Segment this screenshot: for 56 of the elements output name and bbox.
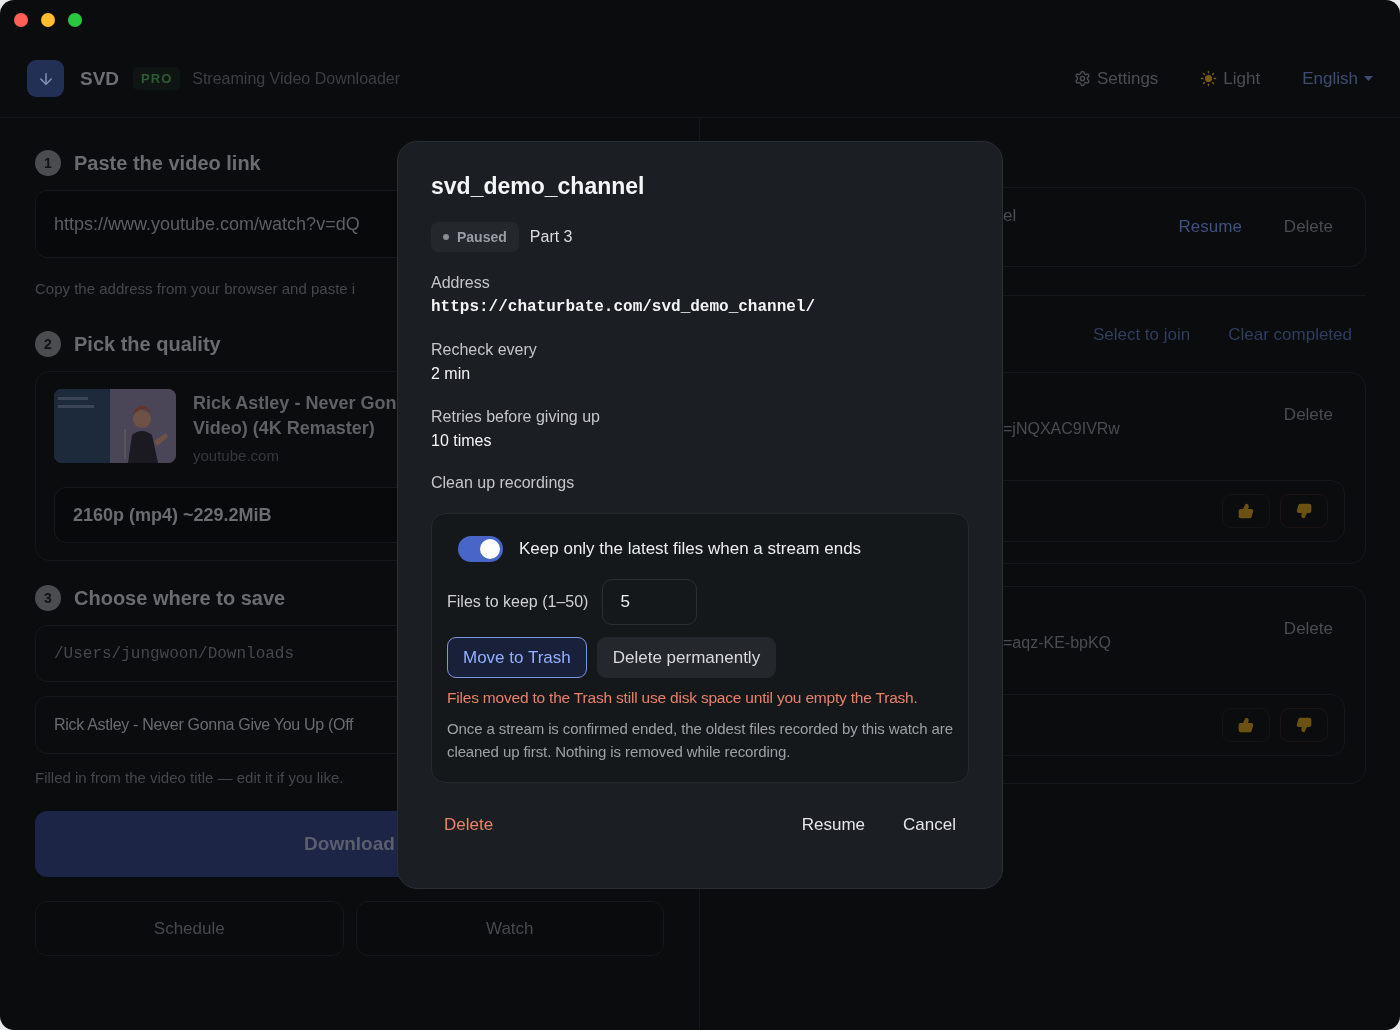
cleanup-mode-button[interactable]: Delete permanently — [596, 637, 777, 678]
keep-count-label: Files to keep (1–50) — [447, 593, 589, 611]
step-number: 3 — [35, 585, 61, 611]
secondary-button[interactable]: Schedule — [35, 901, 344, 956]
thumbs-up-icon — [1238, 503, 1254, 519]
cleanup-mode-button[interactable]: Move to Trash — [447, 637, 587, 678]
window-control[interactable] — [14, 13, 28, 27]
secondary-button[interactable]: Watch — [355, 901, 664, 956]
thumbs-down-button[interactable] — [1280, 494, 1328, 528]
queue-action[interactable]: Select to join — [1092, 325, 1191, 345]
step-number: 1 — [35, 150, 61, 176]
settings-button[interactable]: Settings — [1073, 68, 1159, 89]
step-title: Pick the quality — [74, 332, 221, 356]
thumbs-down-button[interactable] — [1280, 708, 1328, 742]
toggle-switch[interactable] — [458, 536, 503, 562]
step-title: Choose where to save — [74, 586, 286, 610]
sun-icon — [1200, 70, 1218, 87]
watch-title: el — [1003, 206, 1017, 226]
watch-action[interactable]: Resume — [1178, 217, 1242, 237]
delete-button[interactable]: Delete — [444, 815, 494, 835]
logo-icon — [27, 60, 64, 97]
status-chip: Paused — [431, 222, 519, 252]
dialog-button[interactable]: Cancel — [903, 815, 956, 835]
field-label: Address — [431, 274, 491, 292]
thumbs-up-button[interactable] — [1222, 494, 1270, 528]
app-name: SVD — [80, 67, 120, 90]
field-label: Retries before giving up — [431, 408, 601, 426]
watch-action[interactable]: Delete — [1283, 217, 1333, 237]
field-value: 10 times — [431, 432, 493, 450]
thumbs-up-icon — [1238, 717, 1254, 733]
language-button[interactable]: English — [1302, 68, 1373, 89]
delete-button[interactable]: Delete — [1283, 619, 1333, 639]
window-control[interactable] — [41, 13, 55, 27]
theme-button[interactable]: Light — [1200, 68, 1261, 89]
part-label: Part 3 — [529, 228, 573, 246]
window-control[interactable] — [68, 13, 82, 27]
hint-text: Filled in from the video title — edit it if you like. — [35, 769, 344, 786]
thumbs-up-button[interactable] — [1222, 708, 1270, 742]
plan-badge: PRO — [133, 67, 181, 90]
status-dot-icon — [443, 234, 449, 240]
field-label: Recheck every — [431, 341, 538, 359]
thumbs-down-icon — [1296, 503, 1312, 519]
video-title: Video) (4K Remaster) — [193, 417, 376, 440]
caret-icon — [1364, 75, 1373, 82]
field-value: 2 min — [431, 365, 472, 383]
video-title: Rick Astley - Never Gon — [193, 392, 397, 415]
field-value: https://chaturbate.com/svd_demo_channel/ — [431, 298, 817, 316]
thumbs-down-icon — [1296, 717, 1312, 733]
hint-text: Copy the address from your browser and paste i — [35, 280, 356, 297]
queue-action[interactable]: Clear completed — [1228, 325, 1352, 345]
step-title: Paste the video link — [74, 151, 261, 175]
step-number: 2 — [35, 331, 61, 357]
settings-icon — [1073, 70, 1091, 87]
delete-button[interactable]: Delete — [1283, 405, 1333, 425]
keep-count-field[interactable]: 5 — [602, 579, 698, 625]
dialog-button[interactable]: Resume — [801, 815, 866, 835]
